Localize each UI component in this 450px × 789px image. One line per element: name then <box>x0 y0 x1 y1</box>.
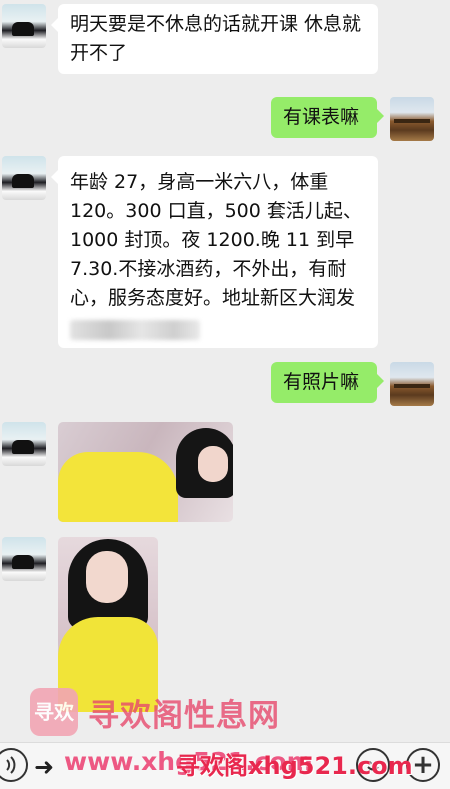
message-text: 明天要是不休息的话就开课 休息就 <box>70 13 362 35</box>
voice-icon[interactable] <box>0 748 28 782</box>
voice-icon <box>6 756 16 774</box>
message-text: 120。300 口直，500 套活儿起、 <box>70 200 362 222</box>
my-avatar[interactable] <box>390 362 434 406</box>
watermark-title: 寻欢阁性息网 <box>88 697 280 734</box>
blurred-text <box>70 313 366 342</box>
contact-avatar[interactable] <box>2 422 46 466</box>
watermark-url-overlay: 寻欢阁xhg521.com <box>176 752 413 780</box>
message-bubble-received[interactable]: 年龄 27，身高一米六八，体重 120。300 口直，500 套活儿起、 100… <box>51 156 378 348</box>
message-text: 年龄 27，身高一米六八，体重 <box>70 171 329 193</box>
my-avatar[interactable] <box>390 97 434 141</box>
message-text: 心，服务态度好。地址新区大润发 <box>70 287 356 309</box>
message-bubble-sent[interactable]: 有课表嘛 <box>271 97 384 138</box>
message-bubble-sent[interactable]: 有照片嘛 <box>271 362 384 403</box>
message-text: 有照片嘛 <box>283 371 360 393</box>
message-text: 开不了 <box>70 42 128 64</box>
contact-avatar[interactable] <box>2 537 46 581</box>
arrow-right-icon: ➜ <box>34 753 55 781</box>
contact-avatar[interactable] <box>2 156 46 200</box>
contact-avatar[interactable] <box>2 4 46 48</box>
photo-content <box>198 446 228 482</box>
watermark-banner: 寻欢 寻欢阁性息网 <box>30 684 280 740</box>
watermark-logo: 寻欢 <box>30 688 78 736</box>
photo-message[interactable] <box>58 422 233 522</box>
message-text: 7.30.不接冰酒药，不外出，有耐 <box>70 258 347 280</box>
message-text: 有课表嘛 <box>283 106 360 128</box>
plus-glyph: + <box>412 750 434 780</box>
photo-content <box>86 551 128 603</box>
chat-area[interactable]: 明天要是不休息的话就开课 休息就 开不了 有课表嘛 年龄 27，身高一米六八，体… <box>0 0 450 742</box>
message-text: 1000 封顶。夜 1200.晚 11 到早 <box>70 229 355 251</box>
photo-content <box>58 452 178 522</box>
message-bubble-received[interactable]: 明天要是不休息的话就开课 休息就 开不了 <box>51 4 378 74</box>
